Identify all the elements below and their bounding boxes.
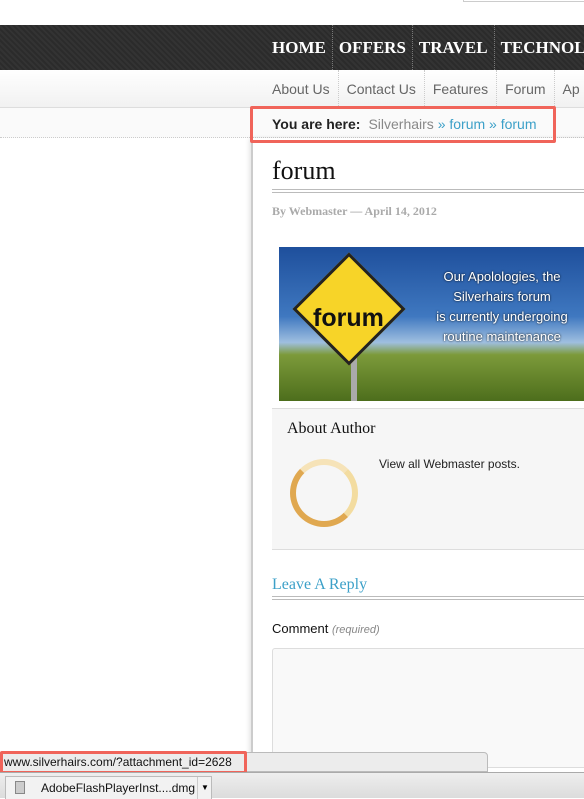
download-shelf: AdobeFlashPlayerInst....dmg ▼ <box>0 772 584 799</box>
about-author-box: About Author View all Webmaster posts. <box>272 408 584 550</box>
nav-offers[interactable]: OFFERS <box>333 25 413 70</box>
search-field-edge[interactable] <box>463 0 584 2</box>
file-icon <box>15 781 25 794</box>
forum-maintenance-banner[interactable]: forum Our Apolologies, the Silverhairs f… <box>279 247 584 401</box>
avatar <box>290 459 358 527</box>
banner-line: Silverhairs forum <box>453 289 551 304</box>
about-author-heading: About Author <box>287 420 376 437</box>
browser-top <box>0 0 584 25</box>
subnav-ap[interactable]: Ap <box>555 70 584 107</box>
divider <box>272 596 584 600</box>
required-note: (required) <box>331 624 380 636</box>
comment-label: Comment (required) <box>272 621 380 636</box>
post-byline: By Webmaster — April 14, 2012 <box>272 204 437 218</box>
sign-text: forum <box>313 304 384 332</box>
download-filename: AdobeFlashPlayerInst....dmg <box>41 781 196 795</box>
page-title: forum <box>272 156 336 185</box>
secondary-nav: About Us Contact Us Features Forum Ap <box>0 70 584 108</box>
subnav-features[interactable]: Features <box>425 70 498 107</box>
nav-home[interactable]: HOME <box>266 25 333 70</box>
highlight-box-status <box>0 751 247 774</box>
comment-label-text: Comment <box>272 621 329 636</box>
banner-line: is currently undergoing <box>436 309 568 324</box>
download-item[interactable]: AdobeFlashPlayerInst....dmg ▼ <box>5 776 212 799</box>
primary-nav: HOMEOFFERSTRAVELTECHNOLOGY <box>0 25 584 70</box>
comment-textarea[interactable] <box>272 648 584 768</box>
view-all-posts-link[interactable]: View all Webmaster posts. <box>379 457 520 471</box>
leave-reply-heading: Leave A Reply <box>272 576 368 593</box>
banner-line: Our Apolologies, the <box>443 269 561 284</box>
highlight-box-breadcrumb <box>250 106 556 143</box>
dropdown-arrow-icon[interactable]: ▼ <box>197 777 212 799</box>
nav-technology[interactable]: TECHNOLOGY <box>495 25 584 70</box>
nav-travel[interactable]: TRAVEL <box>413 25 495 70</box>
banner-line: routine maintenance <box>443 329 561 344</box>
divider <box>272 189 584 193</box>
banner-text: Our Apolologies, the Silverhairs forum i… <box>422 267 582 347</box>
subnav-about-us[interactable]: About Us <box>264 70 339 107</box>
subnav-forum[interactable]: Forum <box>497 70 555 107</box>
subnav-contact-us[interactable]: Contact Us <box>339 70 425 107</box>
